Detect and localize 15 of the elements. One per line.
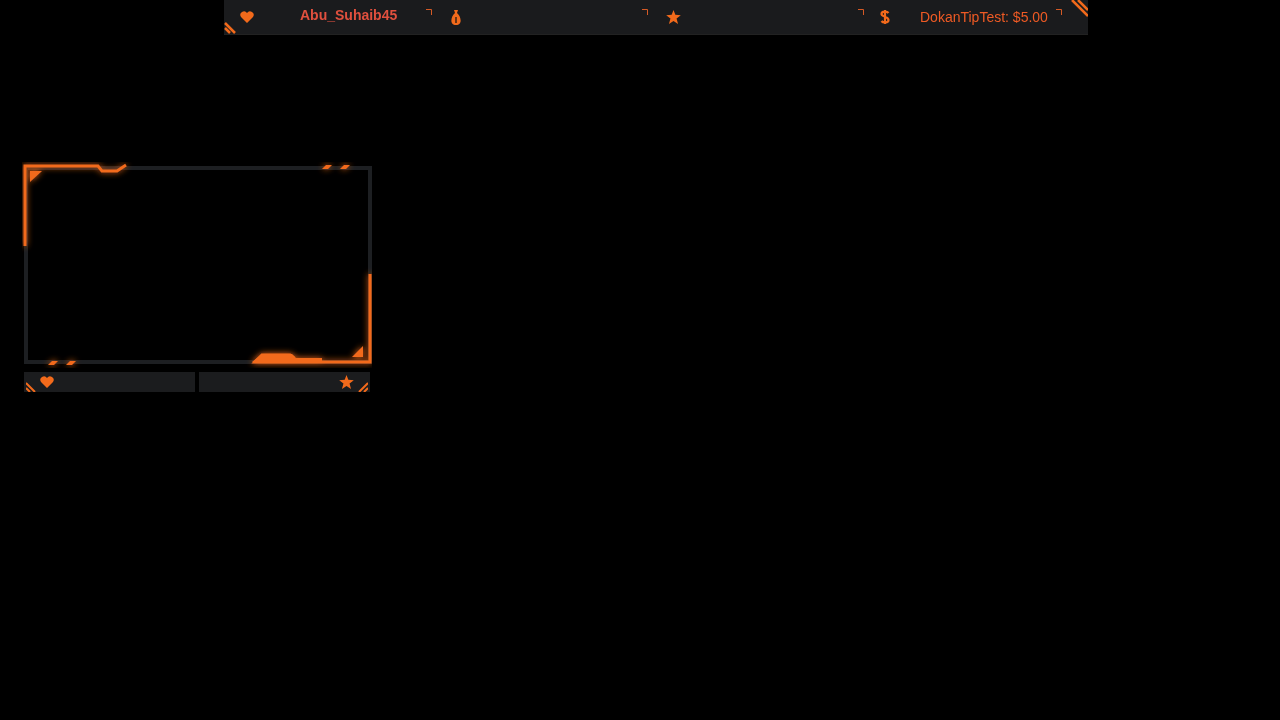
stripes-icon [224,22,236,34]
star-icon [666,10,681,24]
heart-icon [240,11,254,23]
corner-mark-icon [642,8,648,15]
stripes-icon [358,382,368,392]
corner-mark-icon [858,8,864,15]
heart-icon [40,376,54,388]
dollar-icon [880,9,890,25]
tip-text: DokanTipTest: $5.00 [920,9,1048,25]
follower-name: Abu_Suhaib45 [300,7,398,23]
star-icon [339,375,354,389]
money-bag-icon [450,9,462,25]
corner-mark-icon [1056,8,1062,15]
stripes-icon [26,382,36,392]
corner-mark-icon [426,8,432,15]
